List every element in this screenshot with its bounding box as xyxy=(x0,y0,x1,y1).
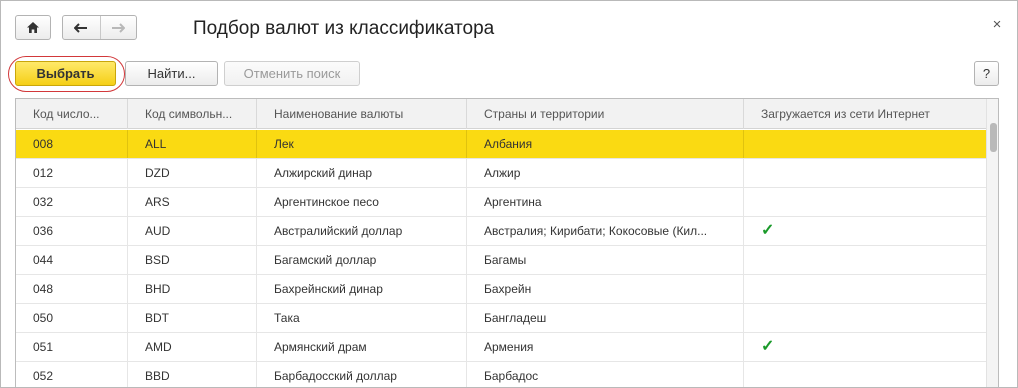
cell-symbolic-code: AMD xyxy=(128,333,257,361)
back-button[interactable] xyxy=(63,16,100,39)
cell-currency-name: Австралийский доллар xyxy=(257,217,467,245)
cell-symbolic-code: ARS xyxy=(128,188,257,216)
column-header-countries[interactable]: Страны и территории xyxy=(467,99,744,129)
cell-symbolic-code: ALL xyxy=(128,130,257,158)
cell-countries: Бангладеш xyxy=(467,304,744,332)
navigation-group xyxy=(62,15,137,40)
cell-internet-load xyxy=(744,304,986,332)
cell-symbolic-code: DZD xyxy=(128,159,257,187)
cell-symbolic-code: BDT xyxy=(128,304,257,332)
currency-table: Код число... Код символьн... Наименовани… xyxy=(15,98,999,387)
arrow-left-icon xyxy=(74,22,88,33)
cancel-search-button[interactable]: Отменить поиск xyxy=(224,61,360,86)
find-button[interactable]: Найти... xyxy=(125,61,218,86)
cell-internet-load xyxy=(744,362,986,387)
cell-symbolic-code: BBD xyxy=(128,362,257,387)
cell-currency-name: Барбадосский доллар xyxy=(257,362,467,387)
cell-numeric-code: 008 xyxy=(16,130,128,158)
cell-currency-name: Бахрейнский динар xyxy=(257,275,467,303)
cell-internet-load xyxy=(744,159,986,187)
cell-internet-load xyxy=(744,188,986,216)
cell-internet-load: ✓ xyxy=(744,217,986,245)
home-icon xyxy=(27,22,39,33)
cell-numeric-code: 036 xyxy=(16,217,128,245)
cell-numeric-code: 044 xyxy=(16,246,128,274)
cell-internet-load xyxy=(744,130,986,158)
home-button[interactable] xyxy=(15,15,51,40)
cell-numeric-code: 050 xyxy=(16,304,128,332)
cell-symbolic-code: BHD xyxy=(128,275,257,303)
cell-numeric-code: 032 xyxy=(16,188,128,216)
table-row[interactable]: 008 ALL Лек Албания xyxy=(16,130,986,159)
currency-picker-window: Подбор валют из классификатора × Выбрать… xyxy=(0,0,1018,388)
cell-currency-name: Лек xyxy=(257,130,467,158)
cell-symbolic-code: BSD xyxy=(128,246,257,274)
forward-button[interactable] xyxy=(99,16,137,39)
cell-countries: Австралия; Кирибати; Кокосовые (Кил... xyxy=(467,217,744,245)
close-icon[interactable]: × xyxy=(990,16,1004,33)
table-row[interactable]: 050 BDT Така Бангладеш xyxy=(16,304,986,333)
window-title: Подбор валют из классификатора xyxy=(193,18,495,39)
cell-numeric-code: 051 xyxy=(16,333,128,361)
cell-numeric-code: 012 xyxy=(16,159,128,187)
cell-countries: Барбадос xyxy=(467,362,744,387)
vertical-scrollbar[interactable] xyxy=(986,99,998,387)
cell-numeric-code: 048 xyxy=(16,275,128,303)
cell-countries: Аргентина xyxy=(467,188,744,216)
cell-numeric-code: 052 xyxy=(16,362,128,387)
cell-currency-name: Така xyxy=(257,304,467,332)
table-body: 008 ALL Лек Албания 012 DZD Алжирский ди… xyxy=(16,130,986,387)
table-row[interactable]: 012 DZD Алжирский динар Алжир xyxy=(16,159,986,188)
scrollbar-thumb[interactable] xyxy=(990,123,997,152)
column-header-internet-load[interactable]: Загружается из сети Интернет xyxy=(744,99,986,129)
cell-countries: Албания xyxy=(467,130,744,158)
arrow-right-icon xyxy=(112,22,126,33)
cell-currency-name: Аргентинское песо xyxy=(257,188,467,216)
cell-internet-load: ✓ xyxy=(744,333,986,361)
table-header: Код число... Код символьн... Наименовани… xyxy=(16,99,986,129)
cell-currency-name: Алжирский динар xyxy=(257,159,467,187)
column-header-numeric-code[interactable]: Код число... xyxy=(16,99,128,129)
cell-currency-name: Армянский драм xyxy=(257,333,467,361)
checkmark-icon: ✓ xyxy=(761,338,775,355)
cell-countries: Бахрейн xyxy=(467,275,744,303)
cell-internet-load xyxy=(744,275,986,303)
table-row[interactable]: 036 AUD Австралийский доллар Австралия; … xyxy=(16,217,986,246)
table-row[interactable]: 048 BHD Бахрейнский динар Бахрейн xyxy=(16,275,986,304)
table-row[interactable]: 032 ARS Аргентинское песо Аргентина xyxy=(16,188,986,217)
column-header-symbolic-code[interactable]: Код символьн... xyxy=(128,99,257,129)
cell-countries: Алжир xyxy=(467,159,744,187)
cell-currency-name: Багамский доллар xyxy=(257,246,467,274)
column-header-currency-name[interactable]: Наименование валюты xyxy=(257,99,467,129)
table-row[interactable]: 052 BBD Барбадосский доллар Барбадос xyxy=(16,362,986,387)
help-button[interactable]: ? xyxy=(974,61,999,86)
table-row[interactable]: 051 AMD Армянский драм Армения ✓ xyxy=(16,333,986,362)
table-row[interactable]: 044 BSD Багамский доллар Багамы xyxy=(16,246,986,275)
cell-countries: Армения xyxy=(467,333,744,361)
cell-symbolic-code: AUD xyxy=(128,217,257,245)
select-button[interactable]: Выбрать xyxy=(15,61,116,86)
checkmark-icon: ✓ xyxy=(761,222,775,239)
cell-countries: Багамы xyxy=(467,246,744,274)
cell-internet-load xyxy=(744,246,986,274)
